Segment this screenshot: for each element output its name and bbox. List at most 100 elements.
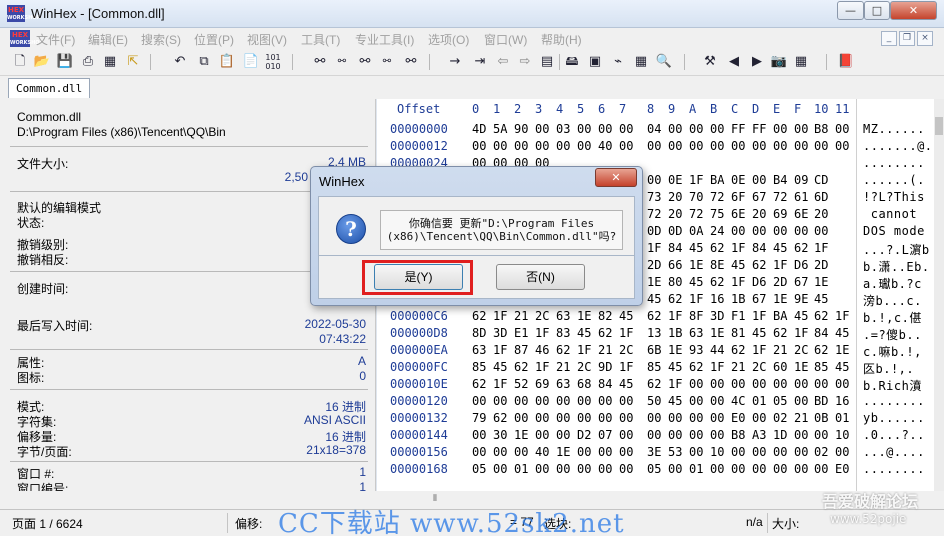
hex-byte[interactable]: 45 bbox=[773, 241, 787, 255]
hex-byte[interactable]: 00 bbox=[794, 445, 808, 459]
copy-icon[interactable]: ⧉ bbox=[195, 53, 213, 71]
hex-byte[interactable]: 84 bbox=[668, 241, 682, 255]
hex-byte[interactable]: 62 bbox=[814, 343, 828, 357]
hex-byte[interactable]: 2D bbox=[647, 258, 661, 272]
hex-byte[interactable]: 60 bbox=[773, 360, 787, 374]
hex-byte[interactable]: 0D bbox=[668, 224, 682, 238]
hex-byte[interactable]: 2D bbox=[773, 275, 787, 289]
hex-byte[interactable]: 00 bbox=[535, 428, 549, 442]
hex-byte[interactable]: 1F bbox=[835, 309, 849, 323]
hex-byte[interactable]: 05 bbox=[472, 462, 486, 476]
hex-byte[interactable]: 70 bbox=[689, 190, 703, 204]
hex-byte[interactable]: 00 bbox=[752, 173, 766, 187]
hex-byte[interactable]: 00 bbox=[835, 377, 849, 391]
hex-byte[interactable]: 62 bbox=[493, 411, 507, 425]
hex-byte[interactable]: 4D bbox=[472, 122, 486, 136]
hex-byte[interactable]: 00 bbox=[752, 445, 766, 459]
hex-byte[interactable]: F1 bbox=[731, 309, 745, 323]
hex-byte[interactable]: 00 bbox=[647, 173, 661, 187]
hex-byte[interactable]: 00 bbox=[794, 462, 808, 476]
hex-byte[interactable]: 1F bbox=[535, 360, 549, 374]
calculator-icon[interactable]: ▦ bbox=[632, 53, 650, 71]
hex-byte[interactable]: 01 bbox=[689, 462, 703, 476]
magnifier-icon[interactable]: 🔍 bbox=[655, 53, 673, 71]
hex-byte[interactable]: 63 bbox=[472, 343, 486, 357]
hex-byte[interactable]: 00 bbox=[472, 445, 486, 459]
hex-byte[interactable]: 00 bbox=[577, 411, 591, 425]
row-text[interactable]: yb...... bbox=[863, 411, 925, 425]
hex-byte[interactable]: 45 bbox=[689, 275, 703, 289]
hex-byte[interactable]: 00 bbox=[835, 122, 849, 136]
hex-byte[interactable]: 72 bbox=[689, 207, 703, 221]
hex-byte[interactable]: 63 bbox=[556, 377, 570, 391]
hex-byte[interactable]: E1 bbox=[514, 326, 528, 340]
hex-byte[interactable]: FF bbox=[731, 122, 745, 136]
hex-byte[interactable]: 1F bbox=[493, 377, 507, 391]
hex-byte[interactable]: 45 bbox=[647, 292, 661, 306]
menu-edit[interactable]: 编辑(E) bbox=[88, 31, 128, 48]
hex-byte[interactable]: 1F bbox=[689, 292, 703, 306]
row-text[interactable]: cannot bbox=[863, 207, 917, 221]
hex-byte[interactable]: FF bbox=[752, 122, 766, 136]
hex-byte[interactable]: 00 bbox=[647, 139, 661, 153]
find-binoculars-icon[interactable]: ⚯ bbox=[311, 53, 329, 71]
hex-byte[interactable]: 05 bbox=[773, 394, 787, 408]
hex-byte[interactable]: 62 bbox=[731, 343, 745, 357]
hex-byte[interactable]: E0 bbox=[835, 462, 849, 476]
hex-byte[interactable]: 72 bbox=[773, 190, 787, 204]
hex-byte[interactable]: 45 bbox=[577, 326, 591, 340]
mdi-close-button[interactable]: × bbox=[917, 31, 933, 46]
row-text[interactable]: b.Rich濆 bbox=[863, 377, 922, 394]
hex-byte[interactable]: 84 bbox=[752, 241, 766, 255]
hex-byte[interactable]: 6B bbox=[647, 343, 661, 357]
hex-byte[interactable]: 45 bbox=[835, 326, 849, 340]
row-text[interactable]: c.嘛b.!, bbox=[863, 343, 922, 360]
hex-byte[interactable]: 05 bbox=[647, 462, 661, 476]
hex-byte[interactable]: 62 bbox=[647, 377, 661, 391]
find-hex-icon[interactable]: ⚯ bbox=[333, 53, 351, 71]
hex-byte[interactable]: 2C bbox=[752, 360, 766, 374]
hex-byte[interactable]: BA bbox=[773, 309, 787, 323]
hex-byte[interactable]: 00 bbox=[710, 394, 724, 408]
hex-byte[interactable]: B8 bbox=[814, 122, 828, 136]
hex-byte[interactable]: 81 bbox=[731, 326, 745, 340]
menu-tools[interactable]: 工具(T) bbox=[301, 31, 340, 48]
hex-byte[interactable]: 1E bbox=[514, 428, 528, 442]
hex-byte[interactable]: 3D bbox=[710, 309, 724, 323]
hex-byte[interactable]: 16 bbox=[835, 394, 849, 408]
hex-byte[interactable]: 30 bbox=[493, 428, 507, 442]
hex-byte[interactable]: 00 bbox=[731, 445, 745, 459]
hex-byte[interactable]: 72 bbox=[710, 190, 724, 204]
hex-byte[interactable]: 73 bbox=[647, 190, 661, 204]
hex-byte[interactable]: 00 bbox=[493, 445, 507, 459]
hex-byte[interactable]: 62 bbox=[556, 343, 570, 357]
menu-search[interactable]: 搜索(S) bbox=[141, 31, 181, 48]
hex-byte[interactable]: 62 bbox=[689, 360, 703, 374]
hex-byte[interactable]: 00 bbox=[794, 428, 808, 442]
hex-byte[interactable]: 00 bbox=[514, 139, 528, 153]
hex-byte[interactable]: 00 bbox=[619, 462, 633, 476]
hex-byte[interactable]: 00 bbox=[752, 139, 766, 153]
hex-byte[interactable]: 00 bbox=[598, 445, 612, 459]
hex-byte[interactable]: 45 bbox=[794, 309, 808, 323]
hex-byte[interactable]: 1F bbox=[752, 343, 766, 357]
hex-byte[interactable]: 09 bbox=[794, 173, 808, 187]
prev-icon[interactable]: ◀ bbox=[725, 53, 743, 71]
grid-icon[interactable]: ▤ bbox=[538, 53, 556, 71]
row-text[interactable]: b.潇..Eb. bbox=[863, 258, 930, 275]
hex-byte[interactable]: 45 bbox=[731, 258, 745, 272]
hex-byte[interactable]: 2C bbox=[794, 343, 808, 357]
hex-byte[interactable]: 1E bbox=[689, 258, 703, 272]
hex-byte[interactable]: 00 bbox=[535, 411, 549, 425]
hex-byte[interactable]: 5A bbox=[493, 122, 507, 136]
hex-byte[interactable]: 03 bbox=[556, 122, 570, 136]
hex-byte[interactable]: CD bbox=[814, 173, 828, 187]
hex-byte[interactable]: 00 bbox=[472, 394, 486, 408]
hex-byte[interactable]: 00 bbox=[472, 139, 486, 153]
menu-pro-tools[interactable]: 专业工具(I) bbox=[355, 31, 414, 48]
export-icon[interactable]: ⇱ bbox=[124, 53, 142, 71]
hex-byte[interactable]: 00 bbox=[493, 394, 507, 408]
hex-byte[interactable]: 84 bbox=[598, 377, 612, 391]
hex-byte[interactable]: 1E bbox=[647, 275, 661, 289]
hex-byte[interactable]: 00 bbox=[689, 411, 703, 425]
